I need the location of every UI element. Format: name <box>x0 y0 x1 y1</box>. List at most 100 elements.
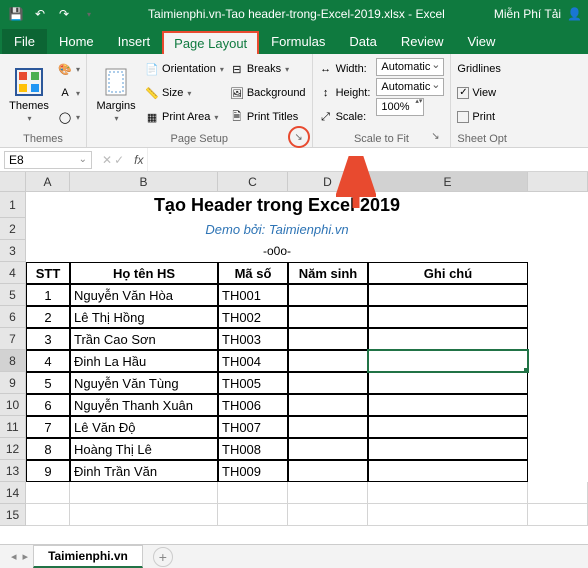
cell-code[interactable]: TH009 <box>218 460 288 482</box>
cell-code[interactable]: TH007 <box>218 416 288 438</box>
row-header[interactable]: 6 <box>0 306 26 328</box>
cell-name[interactable]: Nguyễn Thanh Xuân <box>70 394 218 416</box>
row-header[interactable]: 5 <box>0 284 26 306</box>
tab-home[interactable]: Home <box>47 29 106 54</box>
cell[interactable] <box>26 482 70 504</box>
cell-name[interactable]: Lê Thị Hồng <box>70 306 218 328</box>
cell-name[interactable]: Nguyễn Văn Hòa <box>70 284 218 306</box>
height-combo[interactable]: Automatic <box>376 78 444 96</box>
cell-name[interactable]: Đinh La Hầu <box>70 350 218 372</box>
row-header[interactable]: 2 <box>0 218 26 240</box>
width-combo[interactable]: Automatic <box>376 58 444 76</box>
row-header[interactable]: 7 <box>0 328 26 350</box>
tab-review[interactable]: Review <box>389 29 456 54</box>
prev-sheet-icon[interactable]: ◂ <box>8 548 20 565</box>
size-button[interactable]: 📏Size▾ <box>145 82 224 104</box>
cell-name[interactable]: Nguyễn Văn Tùng <box>70 372 218 394</box>
cell-stt[interactable]: 2 <box>26 306 70 328</box>
row-header[interactable]: 13 <box>0 460 26 482</box>
formula-input[interactable] <box>147 148 588 171</box>
row-header[interactable]: 10 <box>0 394 26 416</box>
cell-stt[interactable]: 6 <box>26 394 70 416</box>
row-header[interactable]: 8 <box>0 350 26 372</box>
save-icon[interactable]: 💾 <box>6 4 26 24</box>
cell-stt[interactable]: 7 <box>26 416 70 438</box>
col-header[interactable]: C <box>218 172 288 192</box>
cell-note[interactable] <box>368 460 528 482</box>
cell-code[interactable]: TH003 <box>218 328 288 350</box>
cell[interactable] <box>218 504 288 526</box>
cell[interactable] <box>26 504 70 526</box>
demo-cell[interactable]: Demo bởi: Taimienphi.vn <box>26 218 528 240</box>
cell-note[interactable] <box>368 394 528 416</box>
col-header[interactable]: B <box>70 172 218 192</box>
cell-code[interactable]: TH005 <box>218 372 288 394</box>
gridlines-view-checkbox[interactable]: ✓View <box>457 82 500 104</box>
new-sheet-button[interactable]: + <box>153 547 173 567</box>
cell-year[interactable] <box>288 328 368 350</box>
tab-data[interactable]: Data <box>337 29 388 54</box>
cell-year[interactable] <box>288 438 368 460</box>
sheet-nav[interactable]: ◂▸ <box>8 548 31 565</box>
tab-insert[interactable]: Insert <box>106 29 163 54</box>
effects-button[interactable]: ◯▾ <box>58 106 80 128</box>
sep-cell[interactable]: -o0o- <box>26 240 528 262</box>
row-header[interactable]: 15 <box>0 504 26 526</box>
worksheet-grid[interactable]: A B C D E 1Tạo Header trong Excel 20192D… <box>0 172 588 526</box>
title-cell[interactable]: Tạo Header trong Excel 2019 <box>26 192 528 218</box>
header-cell[interactable]: Họ tên HS <box>70 262 218 284</box>
cell-code[interactable]: TH004 <box>218 350 288 372</box>
cell-note[interactable] <box>368 416 528 438</box>
cell[interactable] <box>70 504 218 526</box>
row-header[interactable]: 1 <box>0 192 26 218</box>
sheet-tab-active[interactable]: Taimienphi.vn <box>33 545 143 568</box>
scale-spinner[interactable]: 100% <box>376 98 424 116</box>
col-header[interactable]: E <box>368 172 528 192</box>
cell-note[interactable] <box>368 284 528 306</box>
cell-stt[interactable]: 1 <box>26 284 70 306</box>
col-header[interactable]: D <box>288 172 368 192</box>
name-box[interactable]: E8 <box>4 151 92 169</box>
cell-code[interactable]: TH001 <box>218 284 288 306</box>
tab-formulas[interactable]: Formulas <box>259 29 337 54</box>
row-header[interactable]: 9 <box>0 372 26 394</box>
cell-year[interactable] <box>288 284 368 306</box>
cell-stt[interactable]: 9 <box>26 460 70 482</box>
cell-name[interactable]: Lê Văn Độ <box>70 416 218 438</box>
tab-file[interactable]: File <box>2 29 47 54</box>
cell-year[interactable] <box>288 460 368 482</box>
select-all-corner[interactable] <box>0 172 26 192</box>
print-titles-button[interactable]: 🗎Print Titles <box>230 106 306 128</box>
row-header[interactable]: 3 <box>0 240 26 262</box>
cell-name[interactable]: Trần Cao Sơn <box>70 328 218 350</box>
cell-note[interactable] <box>368 350 528 372</box>
cell-note[interactable] <box>368 372 528 394</box>
colors-button[interactable]: 🎨▾ <box>58 58 80 80</box>
page-setup-launcher-icon[interactable]: ↘ <box>288 126 310 148</box>
row-header[interactable]: 11 <box>0 416 26 438</box>
header-cell[interactable]: STT <box>26 262 70 284</box>
redo-icon[interactable]: ↷ <box>54 4 74 24</box>
cell[interactable] <box>368 504 528 526</box>
header-cell[interactable]: Năm sinh <box>288 262 368 284</box>
cell[interactable] <box>288 504 368 526</box>
cell[interactable] <box>288 482 368 504</box>
cell[interactable] <box>70 482 218 504</box>
cell-year[interactable] <box>288 306 368 328</box>
header-cell[interactable]: Mã số <box>218 262 288 284</box>
cell-year[interactable] <box>288 350 368 372</box>
cell-stt[interactable]: 4 <box>26 350 70 372</box>
cell[interactable] <box>528 504 588 526</box>
tab-view[interactable]: View <box>455 29 507 54</box>
col-header[interactable] <box>528 172 588 192</box>
next-sheet-icon[interactable]: ▸ <box>20 548 32 565</box>
col-header[interactable]: A <box>26 172 70 192</box>
header-cell[interactable]: Ghi chú <box>368 262 528 284</box>
cell-name[interactable]: Đinh Trần Văn <box>70 460 218 482</box>
row-header[interactable]: 4 <box>0 262 26 284</box>
row-header[interactable]: 12 <box>0 438 26 460</box>
print-area-button[interactable]: ▦Print Area▾ <box>145 106 224 128</box>
cell-year[interactable] <box>288 394 368 416</box>
cell[interactable] <box>218 482 288 504</box>
cell-note[interactable] <box>368 438 528 460</box>
